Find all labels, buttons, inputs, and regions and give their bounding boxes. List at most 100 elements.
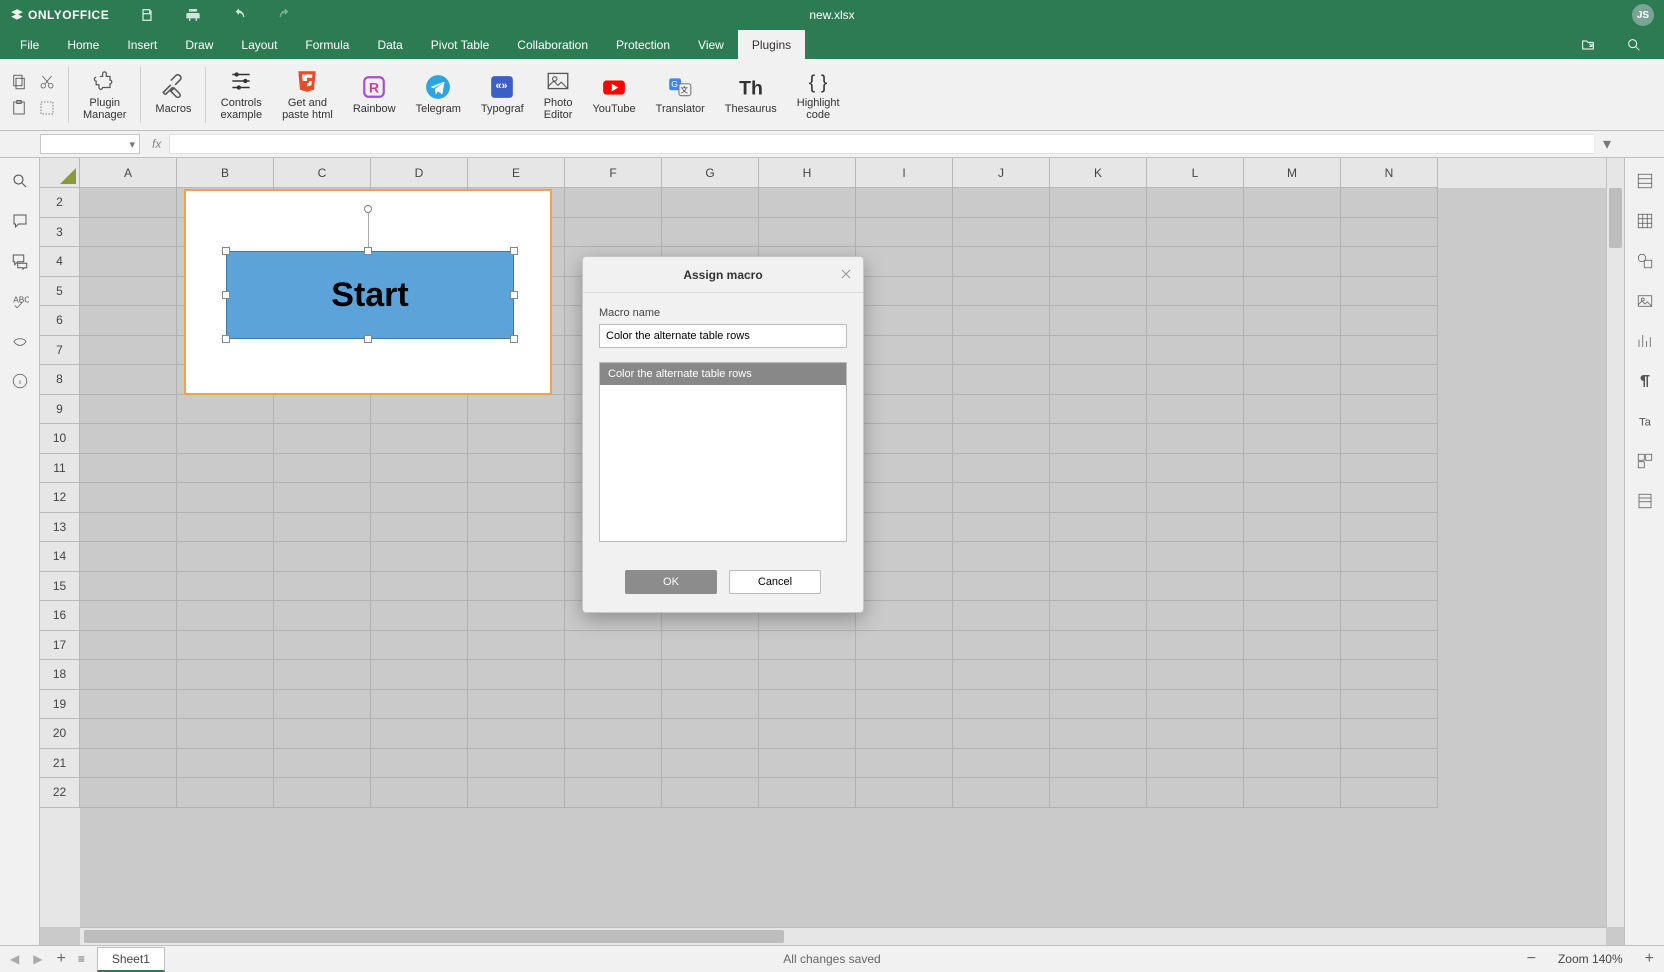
cell[interactable]: [1050, 778, 1147, 808]
cell[interactable]: [662, 778, 759, 808]
cell[interactable]: [953, 306, 1050, 336]
cell[interactable]: [1341, 454, 1438, 484]
column-header[interactable]: K: [1050, 158, 1147, 188]
sheet-list-icon[interactable]: ≡: [78, 952, 85, 966]
cell[interactable]: [1147, 542, 1244, 572]
column-header[interactable]: E: [468, 158, 565, 188]
telegram-button[interactable]: Telegram: [406, 59, 471, 130]
rotation-handle[interactable]: [364, 205, 372, 213]
cell[interactable]: [1050, 336, 1147, 366]
cell[interactable]: [759, 719, 856, 749]
cell[interactable]: [274, 513, 371, 543]
cell[interactable]: [856, 690, 953, 720]
row-header[interactable]: 6: [40, 306, 80, 336]
cell[interactable]: [1050, 601, 1147, 631]
cell[interactable]: [856, 542, 953, 572]
cell[interactable]: [565, 749, 662, 779]
cell[interactable]: [856, 247, 953, 277]
cell[interactable]: [1050, 188, 1147, 218]
column-header[interactable]: F: [565, 158, 662, 188]
cell[interactable]: [953, 778, 1050, 808]
cell[interactable]: [953, 336, 1050, 366]
cell[interactable]: [856, 365, 953, 395]
find-icon[interactable]: [11, 172, 29, 190]
cell[interactable]: [274, 778, 371, 808]
select-all-icon[interactable]: [38, 99, 56, 117]
formula-input[interactable]: [169, 134, 1594, 154]
print-icon[interactable]: [185, 7, 201, 23]
cell[interactable]: [1147, 690, 1244, 720]
row-header[interactable]: 20: [40, 719, 80, 749]
cell[interactable]: [1050, 749, 1147, 779]
cell[interactable]: [468, 513, 565, 543]
cell[interactable]: [759, 218, 856, 248]
cell[interactable]: [1050, 306, 1147, 336]
prev-sheet-icon[interactable]: ◀: [10, 952, 19, 966]
menu-tab-protection[interactable]: Protection: [602, 30, 684, 59]
slicer-settings-icon[interactable]: [1636, 492, 1654, 510]
cell[interactable]: [1050, 395, 1147, 425]
cell[interactable]: [1244, 719, 1341, 749]
cell[interactable]: [177, 660, 274, 690]
cell[interactable]: [1244, 542, 1341, 572]
cell[interactable]: [1341, 483, 1438, 513]
cell[interactable]: [468, 778, 565, 808]
column-header[interactable]: G: [662, 158, 759, 188]
cell[interactable]: [1147, 188, 1244, 218]
cut-icon[interactable]: [38, 73, 56, 91]
cell[interactable]: [662, 660, 759, 690]
cell[interactable]: [1244, 483, 1341, 513]
row-header[interactable]: 19: [40, 690, 80, 720]
cell[interactable]: [565, 778, 662, 808]
paste-icon[interactable]: [10, 99, 28, 117]
cell[interactable]: [1244, 336, 1341, 366]
row-header[interactable]: 3: [40, 218, 80, 248]
cell[interactable]: [1147, 306, 1244, 336]
cell[interactable]: [1244, 690, 1341, 720]
redo-icon[interactable]: [277, 7, 293, 23]
cell[interactable]: [468, 660, 565, 690]
row-header[interactable]: 13: [40, 513, 80, 543]
cell[interactable]: [274, 454, 371, 484]
cell[interactable]: [1147, 454, 1244, 484]
cell[interactable]: [662, 631, 759, 661]
get-paste-html-button[interactable]: Get and paste html: [272, 59, 343, 130]
cell[interactable]: [856, 424, 953, 454]
cell[interactable]: [177, 631, 274, 661]
cell[interactable]: [1050, 719, 1147, 749]
controls-example-button[interactable]: Controls example: [210, 59, 272, 130]
formula-expand-icon[interactable]: ▾: [1598, 135, 1616, 153]
info-icon[interactable]: [11, 372, 29, 390]
cell[interactable]: [80, 188, 177, 218]
cell[interactable]: [856, 572, 953, 602]
cell[interactable]: [662, 719, 759, 749]
shape-selection-frame[interactable]: Start: [184, 189, 552, 395]
cell[interactable]: [371, 690, 468, 720]
macro-listbox[interactable]: Color the alternate table rows: [599, 362, 847, 542]
cell[interactable]: [371, 601, 468, 631]
resize-handle[interactable]: [510, 291, 518, 299]
cell[interactable]: [80, 690, 177, 720]
add-sheet-icon[interactable]: +: [56, 950, 65, 968]
row-header[interactable]: 22: [40, 778, 80, 808]
menu-tab-collaboration[interactable]: Collaboration: [503, 30, 602, 59]
cell[interactable]: [1147, 218, 1244, 248]
typograf-button[interactable]: «» Typograf: [471, 59, 534, 130]
cell[interactable]: [274, 690, 371, 720]
image-settings-icon[interactable]: [1636, 292, 1654, 310]
open-location-icon[interactable]: [1580, 37, 1596, 53]
cell[interactable]: [1050, 542, 1147, 572]
cell[interactable]: [1341, 218, 1438, 248]
cell[interactable]: [80, 601, 177, 631]
feedback-icon[interactable]: [11, 332, 29, 350]
cell[interactable]: [177, 542, 274, 572]
cell[interactable]: [1341, 690, 1438, 720]
cell[interactable]: [371, 395, 468, 425]
cell[interactable]: [1147, 513, 1244, 543]
translator-button[interactable]: G文 Translator: [646, 59, 715, 130]
user-avatar[interactable]: JS: [1632, 4, 1654, 26]
cell[interactable]: [856, 601, 953, 631]
macros-button[interactable]: Macros: [145, 59, 201, 130]
copy-icon[interactable]: [10, 73, 28, 91]
cell[interactable]: [856, 395, 953, 425]
